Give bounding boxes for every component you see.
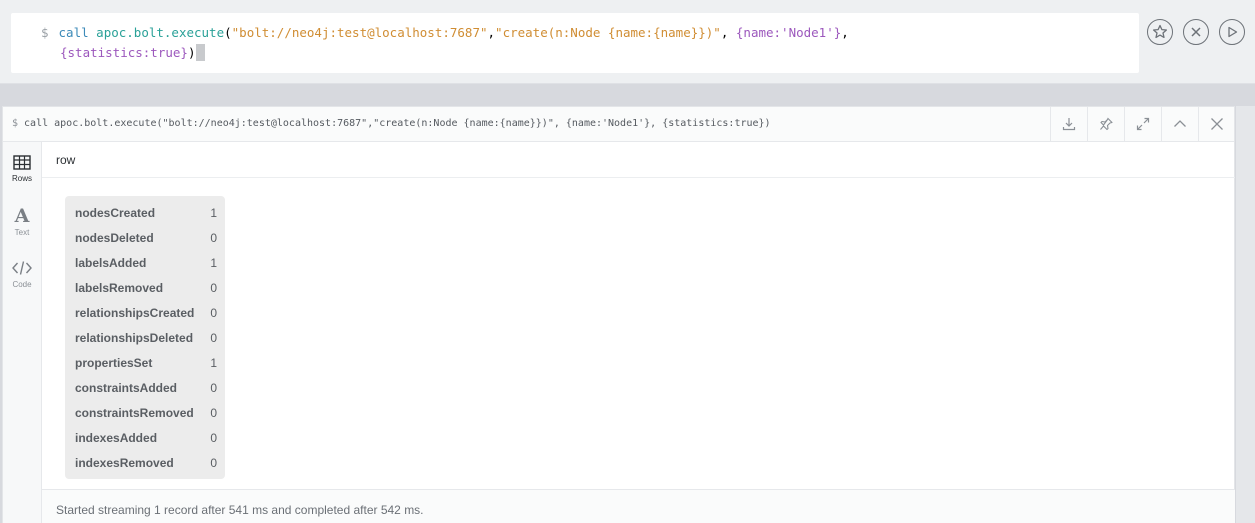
scrollbar-track[interactable] xyxy=(1236,106,1255,523)
stat-value: 0 xyxy=(210,431,217,445)
table-row: relationshipsDeleted 0 xyxy=(65,326,225,351)
table-row: labelsRemoved 0 xyxy=(65,276,225,301)
paren-open: ( xyxy=(224,25,232,40)
comma: , xyxy=(841,25,849,40)
frame-prompt: $ xyxy=(12,118,19,129)
table-row: nodesDeleted 0 xyxy=(65,226,225,251)
statistics-table: nodesCreated 1 nodesDeleted 0 labelsAdded 1… xyxy=(65,196,225,479)
view-tab-text[interactable]: A Text xyxy=(3,206,41,256)
status-text: Started streaming 1 record after 541 ms … xyxy=(56,503,424,517)
close-icon xyxy=(1211,118,1223,130)
frame-header: $ call apoc.bolt.execute("bolt://neo4j:te… xyxy=(3,107,1234,142)
view-tab-label: Code xyxy=(12,280,32,289)
stat-value: 0 xyxy=(210,456,217,470)
stat-value: 0 xyxy=(210,406,217,420)
stat-value: 1 xyxy=(210,206,217,220)
stat-key: relationshipsCreated xyxy=(75,306,195,320)
table-row: indexesAdded 0 xyxy=(65,426,225,451)
stat-key: constraintsAdded xyxy=(75,381,178,395)
view-tab-rows[interactable]: Rows xyxy=(3,152,41,202)
stat-value: 0 xyxy=(210,306,217,320)
query-editor-bar: $ call apoc.bolt.execute("bolt://neo4j:te… xyxy=(0,0,1255,84)
collapse-button[interactable] xyxy=(1161,107,1198,141)
pin-icon xyxy=(1100,117,1113,131)
stat-key: nodesDeleted xyxy=(75,231,154,245)
stat-key: constraintsRemoved xyxy=(75,406,194,420)
stat-value: 1 xyxy=(210,256,217,270)
frame-command-text: call apoc.bolt.execute("bolt://neo4j:tes… xyxy=(24,118,771,129)
stat-value: 0 xyxy=(210,231,217,245)
code-icon xyxy=(12,261,32,275)
code-line-2: {statistics:true}) xyxy=(41,43,1041,63)
pin-button[interactable] xyxy=(1087,107,1124,141)
query-code[interactable]: $ call apoc.bolt.execute("bolt://neo4j:te… xyxy=(41,23,1041,63)
result-frame: $ call apoc.bolt.execute("bolt://neo4j:te… xyxy=(2,106,1235,523)
table-row: propertiesSet 1 xyxy=(65,351,225,376)
clear-button[interactable] xyxy=(1183,19,1209,45)
stat-key: indexesAdded xyxy=(75,431,158,445)
table-icon xyxy=(13,155,31,170)
stat-key: labelsAdded xyxy=(75,256,147,270)
chevron-up-icon xyxy=(1174,120,1186,127)
comma: , xyxy=(720,25,736,40)
stat-value: 0 xyxy=(210,331,217,345)
arg-params: {name:'Node1'} xyxy=(735,25,842,40)
view-tab-label: Rows xyxy=(11,174,32,183)
table-row: constraintsAdded 0 xyxy=(65,376,225,401)
frame-command[interactable]: $ call apoc.bolt.execute("bolt://neo4j:te… xyxy=(12,118,771,129)
download-button[interactable] xyxy=(1050,107,1087,141)
table-row: constraintsRemoved 0 xyxy=(65,401,225,426)
star-icon xyxy=(1152,24,1168,39)
stat-key: labelsRemoved xyxy=(75,281,164,295)
close-icon xyxy=(1191,27,1201,37)
arg-config: {statistics:true} xyxy=(60,45,188,60)
view-tab-label: Text xyxy=(14,228,30,237)
stat-value: 0 xyxy=(210,281,217,295)
close-frame-button[interactable] xyxy=(1198,107,1235,141)
stat-value: 0 xyxy=(210,381,217,395)
view-tab-code[interactable]: Code xyxy=(3,258,41,308)
stat-key: relationshipsDeleted xyxy=(75,331,194,345)
text-cursor xyxy=(196,44,206,61)
paren-close: ) xyxy=(187,45,196,60)
run-button[interactable] xyxy=(1219,19,1245,45)
column-header-label: row xyxy=(56,153,76,167)
expand-icon xyxy=(1136,117,1150,131)
stat-key: indexesRemoved xyxy=(75,456,174,470)
download-icon xyxy=(1062,118,1076,131)
table-row: relationshipsCreated 0 xyxy=(65,301,225,326)
code-line-1: $ call apoc.bolt.execute("bolt://neo4j:te… xyxy=(41,23,1041,43)
table-row: nodesCreated 1 xyxy=(65,201,225,226)
column-header: row xyxy=(42,142,1235,178)
fullscreen-button[interactable] xyxy=(1124,107,1161,141)
keyword-call: call xyxy=(58,25,89,40)
comma: , xyxy=(487,25,496,40)
status-bar: Started streaming 1 record after 541 ms … xyxy=(42,489,1235,523)
table-row: labelsAdded 1 xyxy=(65,251,225,276)
arg-statement: "create(n:Node {name:{name}})" xyxy=(495,25,721,40)
arg-url: "bolt://neo4j:test@localhost:7687" xyxy=(231,25,488,40)
table-row: indexesRemoved 0 xyxy=(65,451,225,476)
stat-value: 1 xyxy=(210,356,217,370)
editor-prompt: $ xyxy=(41,25,49,40)
query-editor[interactable]: $ call apoc.bolt.execute("bolt://neo4j:te… xyxy=(11,13,1139,73)
procedure-name: apoc.bolt.execute xyxy=(96,25,225,40)
stat-key: nodesCreated xyxy=(75,206,156,220)
play-icon xyxy=(1228,26,1238,38)
stat-key: propertiesSet xyxy=(75,356,153,370)
text-icon: A xyxy=(14,205,30,227)
favorite-button[interactable] xyxy=(1147,19,1173,45)
view-sidebar: Rows A Text Code xyxy=(3,142,42,523)
